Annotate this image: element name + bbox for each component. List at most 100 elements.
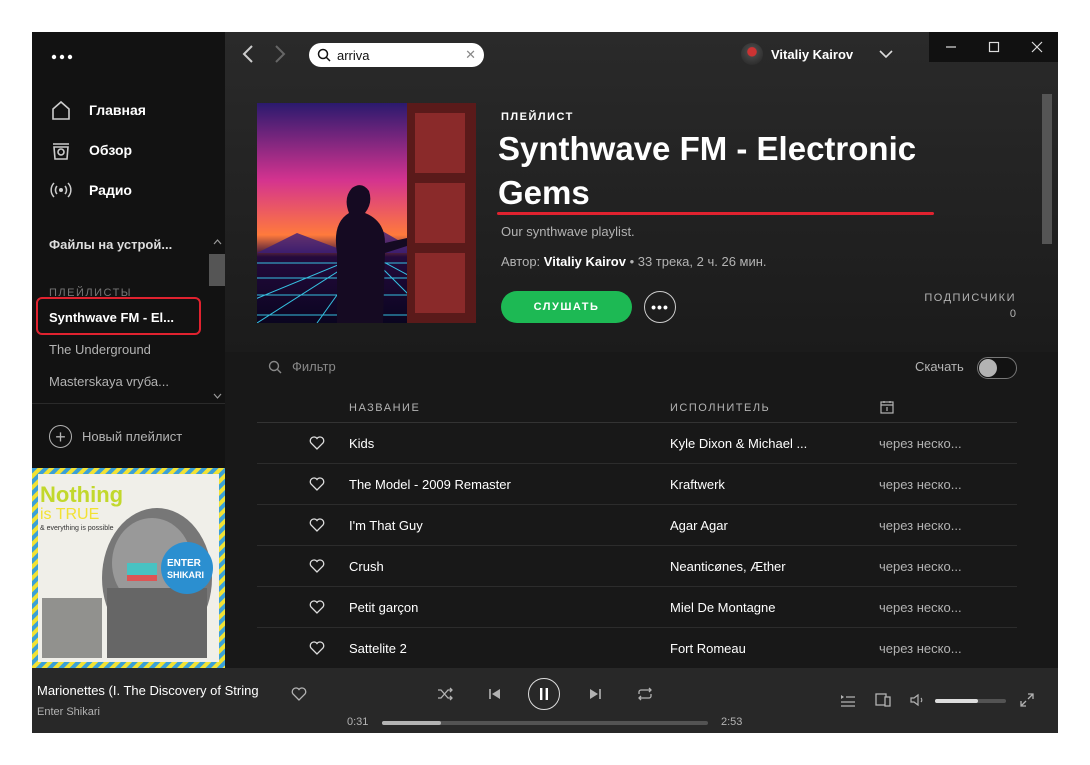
track-title[interactable]: Kids [349, 436, 649, 451]
track-title[interactable]: Sattelite 2 [349, 641, 649, 656]
volume-slider[interactable] [935, 699, 1006, 703]
user-menu[interactable]: Vitaliy Kairov [741, 43, 853, 65]
main-scrollbar-thumb[interactable] [1042, 94, 1052, 244]
avatar [741, 43, 763, 65]
sidebar-playlist-masterskaya[interactable]: Masterskaya vrуба... [49, 374, 199, 389]
table-row[interactable]: Crush Neanticønes, Æther через неско... [257, 546, 1017, 587]
followers-count: 0 [1009, 308, 1016, 320]
track-title[interactable]: Crush [349, 559, 649, 574]
column-header-artist[interactable]: ИСПОЛНИТЕЛЬ [670, 402, 770, 414]
repeat-icon[interactable] [636, 685, 654, 703]
time-current: 0:31 [347, 716, 369, 728]
devices-icon[interactable] [874, 691, 892, 709]
page-title: Synthwave FM - Electronic Gems [498, 130, 917, 211]
heart-icon[interactable] [309, 558, 325, 574]
nav-home[interactable]: Главная [50, 97, 146, 123]
now-playing-title[interactable]: Marionettes (I. The Discovery of String [37, 683, 282, 698]
author-link[interactable]: Vitaliy Kairov [544, 254, 626, 269]
sidebar-divider [32, 403, 225, 404]
table-row[interactable]: I'm That Guy Agar Agar через неско... [257, 505, 1017, 546]
more-options-button[interactable]: ••• [644, 291, 676, 323]
filter-input[interactable]: Фильтр [268, 359, 336, 374]
track-date-added: через неско... [879, 477, 962, 492]
playlist-description: Our synthwave playlist. [501, 224, 635, 239]
clear-search-icon[interactable]: ✕ [465, 47, 476, 63]
download-toggle[interactable] [977, 357, 1017, 379]
fullscreen-icon[interactable] [1018, 691, 1036, 709]
filter-placeholder: Фильтр [292, 359, 336, 374]
toggle-knob [979, 359, 997, 377]
sidebar-scrollbar-thumb[interactable] [209, 254, 225, 286]
title-highlight-underline [497, 212, 934, 215]
user-name: Vitaliy Kairov [771, 46, 854, 62]
forward-arrow-icon[interactable] [273, 44, 293, 66]
home-icon [52, 100, 70, 120]
track-title[interactable]: I'm That Guy [349, 518, 649, 533]
volume-icon[interactable] [909, 691, 927, 709]
track-title[interactable]: Petit garçon [349, 600, 649, 615]
menu-dots-icon[interactable] [50, 50, 80, 70]
table-row[interactable]: Sattelite 2 Fort Romeau через неско... [257, 628, 1017, 668]
minimize-button[interactable] [929, 32, 972, 62]
table-row[interactable]: Kids Kyle Dixon & Michael ... через неско.… [257, 423, 1017, 464]
progress-bar[interactable] [382, 721, 708, 725]
track-artist[interactable]: Fort Romeau [670, 641, 845, 656]
heart-icon[interactable] [309, 517, 325, 533]
volume-fill [935, 699, 978, 703]
back-arrow-icon[interactable] [241, 44, 261, 66]
track-date-added: через неско... [879, 518, 962, 533]
now-playing-artist[interactable]: Enter Shikari [37, 706, 100, 718]
main-panel: arriva ✕ Vitaliy Kairov ПЛЕЙЛИСТ Synthwa… [225, 32, 1058, 668]
track-artist[interactable]: Neanticønes, Æther [670, 559, 845, 574]
column-header-title[interactable]: НАЗВАНИЕ [349, 402, 420, 414]
plus-icon: + [49, 425, 72, 448]
album-art-text-2: is TRUE [40, 506, 100, 523]
album-art-text-1: Nothing [40, 482, 124, 507]
pause-icon [540, 688, 548, 700]
close-icon [1031, 41, 1042, 53]
scroll-down-icon[interactable] [213, 392, 222, 400]
maximize-button[interactable] [972, 32, 1015, 62]
sidebar-playlist-synthwave[interactable]: Synthwave FM - El... [49, 310, 199, 325]
track-artist[interactable]: Miel De Montagne [670, 600, 845, 615]
nav-radio[interactable]: Радио [50, 177, 132, 203]
shuffle-icon[interactable] [436, 685, 454, 703]
nav-browse[interactable]: Обзор [50, 137, 132, 163]
nav-browse-label: Обзор [89, 142, 133, 158]
table-row[interactable]: Petit garçon Miel De Montagne через неско.… [257, 587, 1017, 628]
chevron-down-icon[interactable] [878, 46, 894, 62]
nav-radio-label: Радио [89, 182, 132, 198]
local-files-link[interactable]: Файлы на устрой... [49, 237, 199, 252]
search-input[interactable]: arriva ✕ [309, 43, 484, 67]
heart-icon[interactable] [309, 476, 325, 492]
heart-icon[interactable] [291, 686, 307, 702]
sidebar-playlist-underground[interactable]: The Underground [49, 342, 199, 357]
calendar-icon[interactable] [880, 400, 894, 417]
scroll-up-icon[interactable] [213, 238, 222, 246]
window-controls [929, 32, 1058, 62]
heart-icon[interactable] [309, 599, 325, 615]
browse-icon [53, 143, 69, 160]
previous-icon[interactable] [486, 685, 504, 703]
track-title[interactable]: The Model - 2009 Remaster [349, 477, 649, 492]
queue-icon[interactable] [839, 691, 857, 709]
playlist-meta: Автор: Vitaliy Kairov • 33 трека, 2 ч. 2… [501, 254, 767, 269]
now-playing-album-art[interactable]: Nothing is TRUE & everything is possible… [32, 468, 225, 668]
track-artist[interactable]: Kraftwerk [670, 477, 845, 492]
app-window: Главная Обзор Радио Файлы на устрой... П… [32, 32, 1058, 733]
pause-button[interactable] [528, 678, 560, 710]
new-playlist-button[interactable]: + Новый плейлист [49, 425, 182, 448]
next-icon[interactable] [586, 685, 604, 703]
search-value: arriva [337, 47, 370, 63]
sidebar: Главная Обзор Радио Файлы на устрой... П… [32, 32, 225, 668]
close-window-button[interactable] [1015, 32, 1058, 62]
album-art-text-3: & everything is possible [40, 525, 114, 532]
followers-label: ПОДПИСЧИКИ [924, 292, 1016, 304]
heart-icon[interactable] [309, 435, 325, 451]
heart-icon[interactable] [309, 640, 325, 656]
play-button[interactable]: СЛУШАТЬ [501, 291, 632, 323]
track-artist[interactable]: Agar Agar [670, 518, 845, 533]
new-playlist-label: Новый плейлист [82, 429, 183, 444]
table-row[interactable]: The Model - 2009 Remaster Kraftwerk через … [257, 464, 1017, 505]
track-artist[interactable]: Kyle Dixon & Michael ... [670, 436, 845, 451]
